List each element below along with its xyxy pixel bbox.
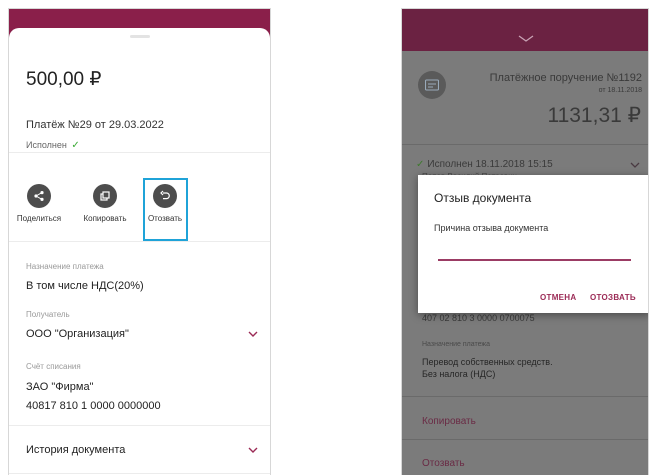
recipient-value: ООО "Организация" (26, 328, 129, 340)
chevron-down-icon[interactable] (630, 161, 640, 169)
reason-input-placeholder: Причина отзыва документа (434, 223, 549, 233)
left-phone-screen: 500,00 ₽ Платёж №29 от 29.03.2022 Исполн… (8, 8, 271, 475)
debit-account-label: Счёт списания (26, 362, 81, 371)
chevron-down-icon[interactable] (518, 35, 534, 43)
purpose-line-1: Перевод собственных средств. (422, 357, 553, 367)
document-icon (418, 71, 446, 99)
divider (402, 144, 648, 145)
purpose-line-2: Без налога (НДС) (422, 369, 496, 379)
history-item[interactable]: История документа (26, 444, 125, 456)
check-icon: ✓ (416, 159, 425, 170)
status-text: Исполнен (26, 140, 67, 150)
dialog-title: Отзыв документа (434, 191, 532, 205)
status-badge: Исполнен ✓ (26, 140, 80, 151)
purpose-value: Перевод собственных средств. Без налога … (422, 356, 553, 380)
document-amount: 1131,31 ₽ (547, 104, 641, 127)
sheet-drag-handle[interactable] (129, 35, 150, 38)
purpose-label: Назначение платежа (26, 262, 104, 271)
divider (9, 473, 270, 474)
document-title: Платёжное поручение №1192 (489, 72, 642, 84)
check-icon: ✓ (71, 140, 80, 151)
revoke-dialog: Отзыв документа Причина отзыва документа… (418, 175, 648, 313)
status-line: ✓ Исполнен 18.11.2018 15:15 (416, 159, 553, 170)
account-number: 407 02 810 3 0000 0700075 (422, 313, 535, 323)
payment-amount: 500,00 ₽ (26, 69, 102, 90)
reason-input[interactable] (438, 259, 631, 261)
chevron-down-icon[interactable] (248, 445, 258, 455)
copy-label: Копировать (83, 214, 127, 223)
divider (402, 396, 648, 397)
share-label: Поделиться (16, 214, 62, 223)
divider (9, 425, 270, 426)
purpose-value: В том числе НДС(20%) (26, 280, 144, 292)
purpose-label: Назначение платежа (422, 341, 490, 348)
chevron-down-icon[interactable] (248, 329, 258, 339)
divider (402, 439, 648, 440)
cancel-button[interactable]: ОТМЕНА (540, 293, 576, 302)
document-date: от 18.11.2018 (598, 87, 642, 94)
right-phone-screen: Платёжное поручение №1192 от 18.11.2018 … (401, 8, 649, 475)
copy-button[interactable]: Копировать (75, 184, 135, 223)
debit-account-name: ЗАО "Фирма" (26, 381, 94, 393)
share-button[interactable]: Поделиться (9, 184, 69, 223)
revoke-confirm-button[interactable]: ОТОЗВАТЬ (590, 293, 636, 302)
recipient-label: Получатель (26, 310, 70, 319)
revoke-highlight-frame (143, 178, 188, 241)
revoke-link[interactable]: Отозвать (422, 458, 465, 469)
divider (9, 152, 270, 153)
share-icon (27, 184, 51, 208)
payment-title: Платёж №29 от 29.03.2022 (26, 119, 164, 131)
status-text: Исполнен 18.11.2018 15:15 (427, 159, 553, 170)
divider (9, 241, 270, 242)
copy-icon (93, 184, 117, 208)
payment-detail-sheet: 500,00 ₽ Платёж №29 от 29.03.2022 Исполн… (9, 28, 270, 475)
copy-link[interactable]: Копировать (422, 416, 476, 427)
debit-account-number: 40817 810 1 0000 0000000 (26, 400, 161, 412)
